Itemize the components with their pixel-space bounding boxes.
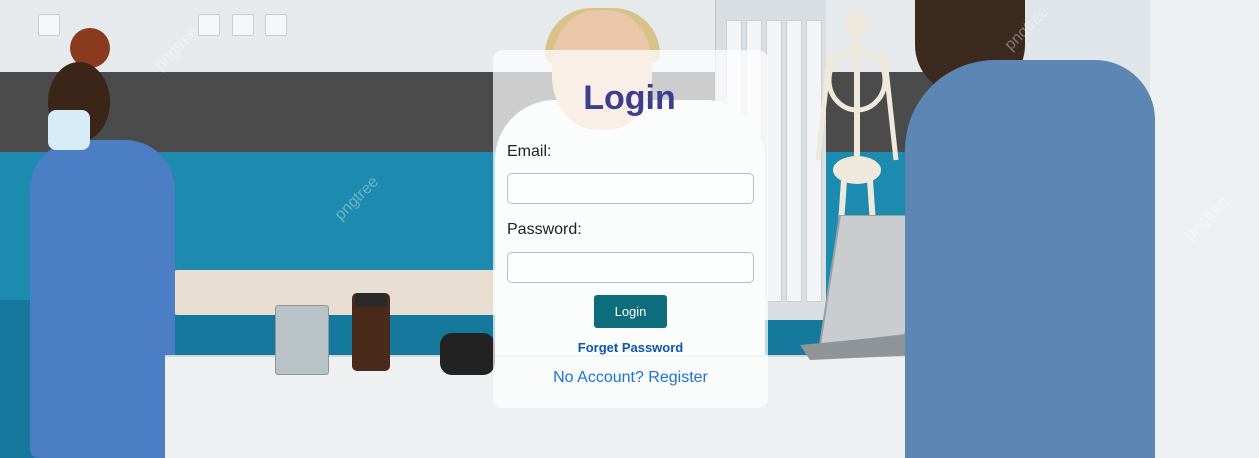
password-label: Password: <box>507 221 582 238</box>
forget-password-link[interactable]: Forget Password <box>493 340 768 356</box>
exam-bed <box>170 270 500 315</box>
password-input[interactable] <box>507 252 754 283</box>
device-case <box>440 333 495 375</box>
wall-outlet <box>198 14 220 36</box>
pen-holder <box>275 305 329 375</box>
wall-outlet <box>38 14 60 36</box>
patient-figure <box>905 60 1155 458</box>
wall-far-right <box>1150 0 1259 458</box>
wall-outlet <box>265 14 287 36</box>
nurse-figure <box>30 140 175 458</box>
register-link[interactable]: No Account? Register <box>493 369 768 387</box>
nurse-mask <box>48 110 90 150</box>
email-label: Email: <box>507 143 552 160</box>
login-page: pngtree pngtree pngtree pngtree Login Em… <box>0 0 1259 458</box>
medicine-jar-cap <box>355 293 387 307</box>
email-input[interactable] <box>507 173 754 204</box>
login-button[interactable]: Login <box>594 295 667 328</box>
wall-outlet <box>232 14 254 36</box>
binder <box>766 20 782 302</box>
